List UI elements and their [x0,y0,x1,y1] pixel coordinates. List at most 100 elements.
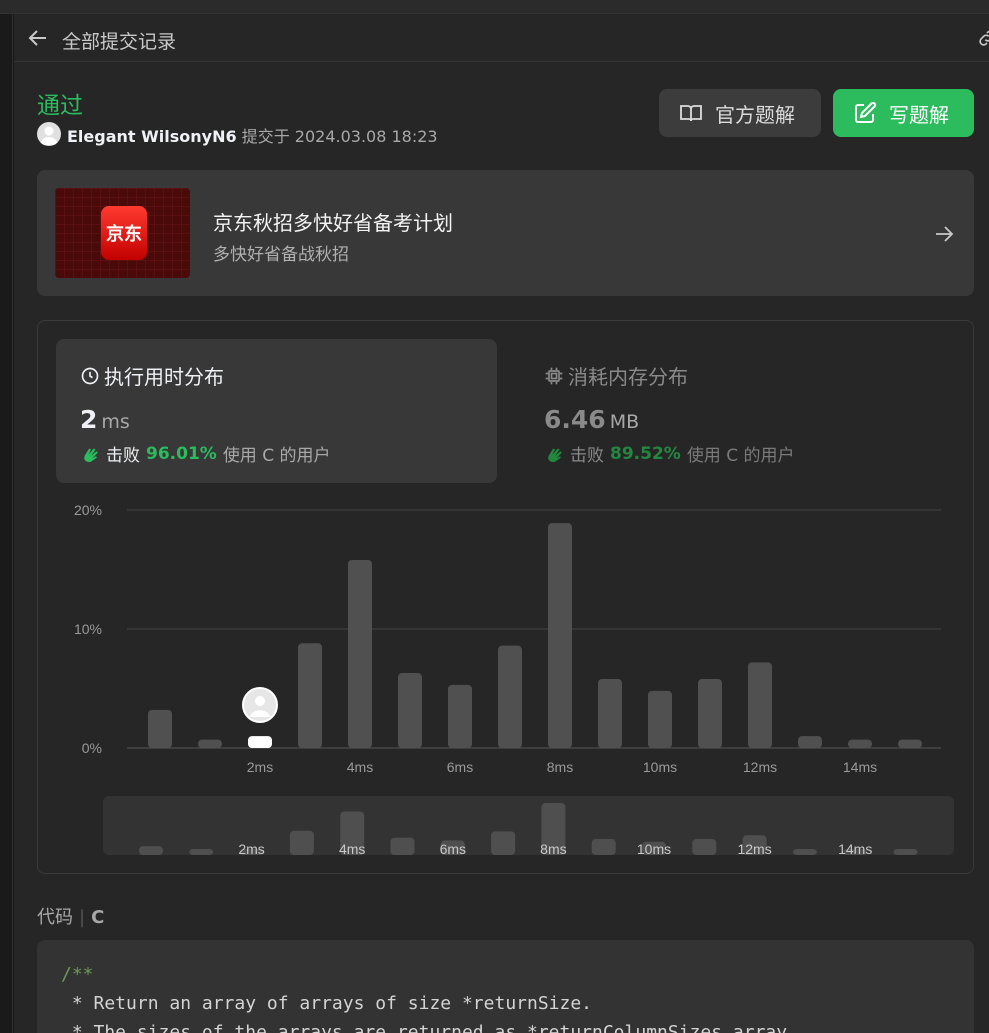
runtime-number: 2 [80,405,98,434]
code-section-label: 代码 | C [37,903,104,929]
runtime-beat-rest: 使用 C 的用户 [222,446,331,466]
overview-tick-label: 14ms [838,841,872,857]
submission-panel: 全部提交记录 通过 Elegant WilsonyN6 提交于 2024.03.… [14,14,989,1033]
bar [598,678,622,748]
arrow-left-icon[interactable] [26,26,50,50]
memory-unit: MB [609,411,640,433]
memory-beat-pct: 89.52% [610,443,681,464]
runtime-card[interactable]: 执行用时分布 2 ms 击败 96.01% 使用 C 的用户 [56,339,497,483]
clap-hands-icon [548,448,562,462]
memory-card[interactable]: 消耗内存分布 6.46 MB 击败 89.52% 使用 C 的用户 [520,339,961,483]
overview-bar [139,846,163,855]
write-solution-label: 写题解 [889,102,949,127]
memory-title: 消耗内存分布 [544,361,688,390]
performance-stats: 执行用时分布 2 ms 击败 96.01% 使用 C 的用户 消耗内存分布 6.4… [37,320,974,874]
x-tick-label: 10ms [643,759,677,775]
overview-bar [390,837,415,855]
y-tick-label: 20% [74,502,102,518]
bar [298,643,322,748]
x-tick-label: 4ms [347,759,373,775]
x-tick-label: 12ms [743,759,777,775]
user-avatar-icon [40,126,58,145]
runtime-title-text: 执行用时分布 [104,365,224,389]
x-tick-label: 6ms [447,759,473,775]
overview-tick-label: 2ms [238,841,264,857]
official-solution-label: 官方题解 [715,102,795,127]
x-tick-label: 14ms [843,759,877,775]
bar [698,678,722,748]
bar [448,684,472,748]
overview-track [103,796,954,855]
divider: | [79,907,86,928]
submitter-info: Elegant WilsonyN6 提交于 2024.03.08 18:23 [67,123,438,147]
code-language: C [91,907,105,928]
panel-header: 全部提交记录 [14,14,989,62]
bar [498,645,522,748]
overview-tick-label: 8ms [540,841,566,857]
memory-value: 6.46 MB [544,405,639,434]
overview-tick-label: 6ms [440,841,466,857]
memory-beat-label: 击败 [570,446,604,466]
bar [848,739,872,748]
bar [648,690,672,748]
write-solution-button[interactable]: 写题解 [833,89,974,137]
bar [548,523,572,748]
bar [348,559,372,748]
x-tick-label: 2ms [247,759,273,775]
memory-title-text: 消耗内存分布 [568,365,688,389]
left-sidebar-edge [0,14,13,1033]
submission-status: 通过 [37,93,83,119]
runtime-unit: ms [101,411,130,433]
bar [148,709,172,748]
chip-icon [545,367,563,384]
submitted-time: 提交于 2024.03.08 18:23 [241,127,438,146]
user-marker-head [255,696,265,706]
window-top-bar [0,0,989,14]
y-tick-label: 10% [74,621,102,637]
overview-bar [591,839,616,855]
overview-bar [491,831,516,855]
memory-beat: 击败 89.52% 使用 C 的用户 [544,441,795,466]
promo-title: 京东秋招多快好省备考计划 [213,211,453,235]
overview-bar [189,849,214,855]
overview-bar [289,830,314,855]
runtime-distribution-chart[interactable]: 20% 10% 0% 2ms 4ms 6ms 8ms 10ms 12ms 14ms 2ms 4ms 6m… [38,491,973,871]
overview-bar [692,839,717,855]
clock-icon [81,367,99,384]
highlighted-bar [248,736,272,748]
memory-beat-rest: 使用 C 的用户 [686,446,795,466]
jd-logo: 京东 [101,206,147,260]
memory-number: 6.46 [544,405,606,434]
bar [398,673,422,748]
overview-tick-label: 12ms [737,841,771,857]
edit-icon [855,101,877,123]
bar [198,739,222,748]
username[interactable]: Elegant WilsonyN6 [67,127,237,146]
avatar[interactable] [37,122,61,146]
promo-banner[interactable]: 京东 京东秋招多快好省备考计划 多快好省备战秋招 [37,170,974,296]
official-solution-button[interactable]: 官方题解 [659,89,821,137]
runtime-beat: 击败 96.01% 使用 C 的用户 [80,441,331,466]
bar [748,662,772,748]
overview-tick-label: 4ms [339,841,365,857]
code-line: * The sizes of the arrays are returned a… [61,1022,798,1033]
promo-subtitle: 多快好省备战秋招 [213,245,349,265]
page-title: 全部提交记录 [62,31,177,53]
bar [898,739,922,748]
runtime-value: 2 ms [80,405,130,434]
code-block[interactable]: /** * Return an array of arrays of size … [37,940,974,1033]
arrow-right-icon[interactable] [932,222,956,246]
overview-bar [893,849,918,855]
overview-tick-label: 10ms [637,841,671,857]
overview-bar [792,849,817,855]
x-tick-label: 8ms [547,759,573,775]
runtime-beat-pct: 96.01% [146,443,217,464]
runtime-beat-label: 击败 [106,446,140,466]
code-line: * Return an array of arrays of size *ret… [61,993,593,1014]
link-icon[interactable] [977,28,989,48]
y-tick-label: 0% [82,740,102,756]
code-line: /** [61,964,94,985]
clap-hands-icon [84,448,98,462]
book-icon [680,105,702,122]
promo-image: 京东 [55,188,190,278]
